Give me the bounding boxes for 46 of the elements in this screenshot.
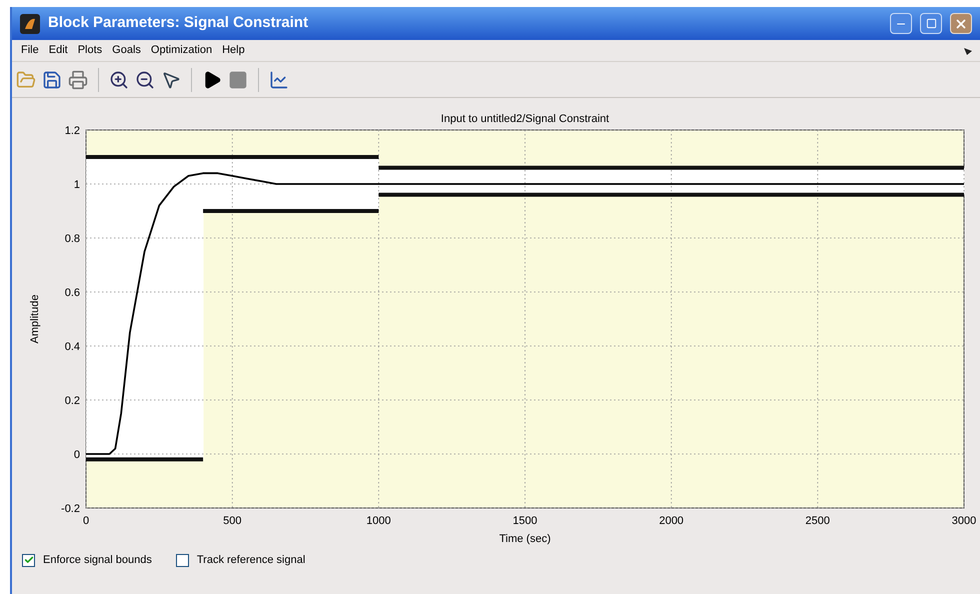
stop-icon[interactable]: [228, 70, 248, 90]
minimize-button[interactable]: [890, 13, 912, 34]
menu-item[interactable]: Edit: [44, 42, 73, 59]
bound-line[interactable]: [378, 192, 964, 197]
bound-line[interactable]: [86, 457, 204, 462]
y-tick-label: 1.2: [64, 125, 80, 137]
save-icon[interactable]: [42, 70, 62, 90]
chart-title: Input to untitled2/Signal Constraint: [440, 113, 610, 125]
pointer-icon[interactable]: [161, 70, 181, 90]
app-icon: [20, 14, 40, 34]
close-button[interactable]: [950, 13, 972, 34]
x-tick-label: 1000: [366, 515, 391, 527]
zoom-out-icon[interactable]: [135, 70, 155, 90]
menu-item[interactable]: Goals: [107, 42, 146, 59]
y-tick-label: 0.2: [64, 395, 80, 407]
y-tick-label: 0.4: [64, 341, 80, 353]
checkbox-label: Track reference signal: [196, 553, 306, 568]
menu-item[interactable]: Help: [217, 42, 250, 59]
x-tick-label: 2500: [805, 515, 830, 527]
zoom-in-icon[interactable]: [109, 70, 129, 90]
x-tick-label: 3000: [952, 515, 976, 527]
checkbox[interactable]: [176, 554, 189, 567]
x-tick-label: 1500: [512, 515, 538, 527]
checkbox[interactable]: [22, 554, 35, 567]
maximize-button[interactable]: [920, 13, 942, 34]
menu-item[interactable]: File: [16, 42, 44, 59]
y-tick-label: 0.8: [64, 233, 80, 245]
window-title: Block Parameters: Signal Constraint: [48, 13, 310, 34]
print-icon[interactable]: [68, 70, 88, 90]
menu-item[interactable]: Optimization: [146, 42, 218, 59]
checkbox-label: Enforce signal bounds: [43, 553, 152, 568]
maximize-icon: [926, 18, 936, 29]
y-tick-label: -0.2: [61, 503, 80, 515]
bound-line[interactable]: [378, 166, 964, 170]
x-tick-label: 500: [223, 515, 242, 527]
y-axis-label: Amplitude: [29, 294, 41, 344]
chart-icon[interactable]: [269, 70, 289, 90]
y-tick-label: 1: [74, 179, 80, 191]
y-tick-label: 0: [74, 449, 80, 461]
menu-item[interactable]: Plots: [72, 42, 108, 59]
y-tick-label: 0.6: [64, 287, 80, 299]
close-icon: [954, 16, 968, 30]
dock-arrow-icon[interactable]: [964, 46, 972, 54]
x-tick-label: 0: [82, 515, 90, 527]
x-axis-label: Time (sec): [499, 533, 551, 545]
x-tick-label: 2000: [659, 515, 684, 527]
